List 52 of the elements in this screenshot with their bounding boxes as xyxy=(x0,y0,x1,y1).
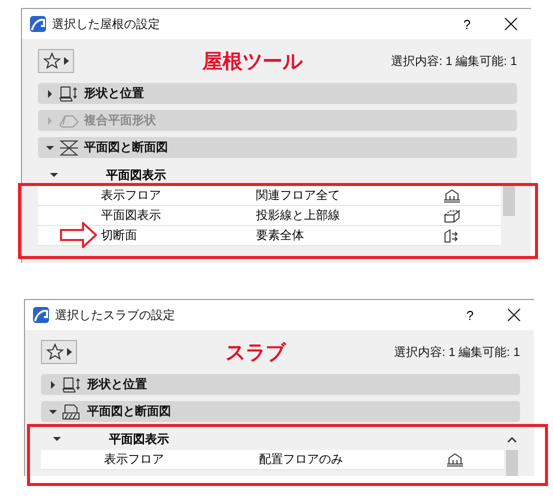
star-icon xyxy=(46,343,64,361)
property-value: 配置フロアのみ xyxy=(259,451,344,468)
expanded-triangle-icon[interactable] xyxy=(49,408,57,416)
favorites-button[interactable] xyxy=(41,340,77,364)
section-header[interactable]: 平面図と断面図 xyxy=(38,137,517,158)
selection-info: 選択内容: 1 編集可能: 1 xyxy=(394,344,520,360)
help-button[interactable]: ? xyxy=(456,308,484,322)
floor-icon[interactable] xyxy=(443,188,461,202)
property-row[interactable]: 表示フロア 配置フロアのみ xyxy=(41,450,504,470)
app-logo-icon xyxy=(30,16,46,32)
section-header[interactable]: 形状と位置 xyxy=(41,374,520,395)
collapsed-triangle-icon[interactable] xyxy=(49,380,57,388)
property-value: 投影線と上部線 xyxy=(256,207,341,224)
property-row[interactable]: 切断面 要素全体 xyxy=(38,226,501,246)
property-row[interactable]: 表示フロア 関連フロア全て xyxy=(38,186,501,206)
property-name: 表示フロア xyxy=(101,187,162,204)
favorites-button[interactable] xyxy=(38,49,74,73)
property-value: 要素全体 xyxy=(256,227,305,244)
tool-label: 屋根ツール xyxy=(201,50,304,74)
group-header[interactable]: 平面図表示 xyxy=(38,164,501,186)
geometry-icon xyxy=(62,376,82,392)
app-logo-icon xyxy=(33,307,49,323)
projection-icon[interactable] xyxy=(443,208,461,222)
scrollbar-thumb[interactable] xyxy=(506,450,518,476)
scrollbar-thumb[interactable] xyxy=(503,186,515,216)
property-name: 切断面 xyxy=(101,227,138,244)
selection-info: 選択内容: 1 編集可能: 1 xyxy=(390,52,517,70)
close-button[interactable] xyxy=(506,307,522,323)
star-icon xyxy=(43,52,61,70)
tool-label: スラブ xyxy=(224,340,288,366)
window-title: 選択したスラブの設定 xyxy=(55,306,176,324)
property-value: 関連フロア全て xyxy=(256,187,341,204)
floor-plan-icon xyxy=(62,404,82,420)
geometry-icon xyxy=(59,86,79,102)
help-button[interactable]: ? xyxy=(453,16,481,32)
expanded-triangle-icon[interactable] xyxy=(50,171,58,179)
group-header[interactable]: 平面図表示 xyxy=(41,428,504,450)
expanded-triangle-icon[interactable] xyxy=(46,144,54,152)
section-header[interactable]: 平面図と断面図 xyxy=(41,401,520,422)
property-row[interactable]: 平面図表示 投影線と上部線 xyxy=(38,206,501,226)
property-name: 平面図表示 xyxy=(101,207,162,224)
section-header[interactable]: 形状と位置 xyxy=(38,83,517,104)
expanded-triangle-icon[interactable] xyxy=(53,435,61,443)
floor-plan-icon xyxy=(59,140,79,156)
window-title: 選択した屋根の設定 xyxy=(52,16,161,32)
dropdown-triangle-icon xyxy=(67,348,72,356)
collapsed-triangle-icon[interactable] xyxy=(46,90,54,98)
slab-shape-icon xyxy=(59,114,79,128)
dropdown-triangle-icon xyxy=(64,57,69,65)
property-name: 表示フロア xyxy=(104,451,165,468)
close-button[interactable] xyxy=(503,16,519,32)
floor-icon[interactable] xyxy=(446,452,464,466)
